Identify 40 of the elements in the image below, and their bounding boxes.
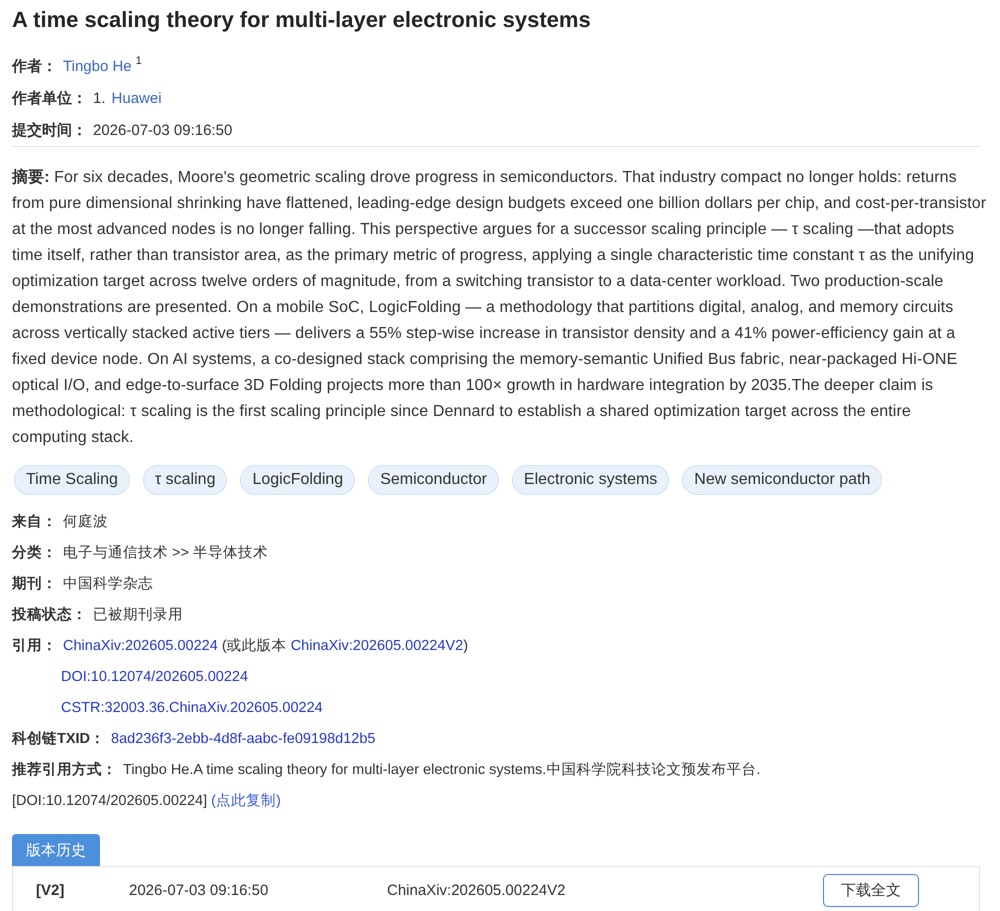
field-label: 作者： [12,57,57,77]
affiliation-mark: 1 [136,55,142,67]
field-label: 分类： [12,544,57,563]
citation-link[interactable]: ChinaXiv:202605.00224 [63,638,218,654]
field-label: 提交时间： [12,121,87,141]
author-link[interactable]: Tingbo He [63,58,132,75]
field-label: 投稿状态： [12,606,87,625]
doi-text: [DOI:10.12074/202605.00224] [12,792,208,811]
affiliation-number: 1. [93,90,106,107]
download-button[interactable]: 下载全文 [823,874,919,907]
keyword-tag[interactable]: Semiconductor [368,465,499,495]
field-value: 电子与通信技术 >> 半导体技术 [63,544,268,563]
affiliation-link[interactable]: Huawei [112,90,162,107]
keyword-tag[interactable]: τ scaling [142,465,228,495]
copy-link[interactable]: (点此复制) [211,786,281,817]
field-value: 中国科学杂志 [63,575,153,594]
keyword-tag[interactable]: New semiconductor path [682,465,882,495]
keyword-tag[interactable]: LogicFolding [240,465,356,495]
field-label: 科创链TXID： [12,730,106,749]
keyword-tag[interactable]: Electronic systems [512,465,670,495]
version-label: [V2] [36,882,66,899]
abstract-text: 摘要: For six decades, Moore's geometric scaling drove progress in semiconductors. That industry compact no longer holds: returns from pure dimensional shrinking have flattened, leading-edge design budgets exceed one billion dollars per chip, and cost-per-transistor at the most advanced nodes is no longer falling. This perspective argues for a successor scaling principle — τ scaling —that adopts time itself, rather than transistor area, as the primary metric of progress, applying a single characteristic time constant τ as the unifying optimization target across twelve orders of magnitude, from a switching transistor to a data-center workload. Two production-scale demonstrations are presented. On a mobile SoC, LogicFolding — a methodology that partitions digital, analog, and memory circuits across vertically stacked active tiers — delivers a 55% step-wise increase in transistor density and a 41% power-efficiency gain at a fixed device node. On AI systems, a co-designed stack comprising the memory-semantic Unified Bus fabric, near-packaged Hi-ONE optical I/O, and edge-to-surface 3D Folding projects more than 100× growth in hardware integration by 2035.The deeper claim is methodological: τ scaling is the first scaling principle since Dennard to establish a shared optimization target across the entire computing stack. [12,167,987,448]
version-id: ChinaXiv:202605.00224V2 [387,882,566,899]
field-label: 期刊： [12,574,57,594]
page-title: A time scaling theory for multi-layer electronic systems [12,6,592,34]
keyword-tag[interactable]: Time Scaling [14,465,130,495]
version-date: 2026-07-03 09:16:50 [129,882,270,899]
cstr-link[interactable]: CSTR:32003.36.ChinaXiv.202605.00224 [61,700,323,716]
field-label: 来自： [12,512,57,532]
citation-text: ChinaXiv:202605.00224 (或此版本 ChinaXiv:202605.00224V2) [63,637,468,656]
citation-text: Tingbo He.A time scaling theory for multi-layer electronic systems.中国科学院科技论文预发布平台. [123,761,760,780]
field-label: 推荐引用方式： [12,760,117,780]
field-value: 何庭波 [63,512,108,532]
citation-link[interactable]: ChinaXiv:202605.00224V2 [290,638,464,654]
field-label: 作者单位： [12,89,87,109]
doi-link[interactable]: DOI:10.12074/202605.00224 [61,669,248,685]
field-label: 引用： [12,637,57,656]
field-value: 已被期刊录用 [93,606,183,625]
txid-link[interactable]: 8ad236f3-2ebb-4d8f-aabc-fe09198d12b5 [111,724,376,755]
field-value: 2026-07-03 09:16:50 [93,121,232,141]
